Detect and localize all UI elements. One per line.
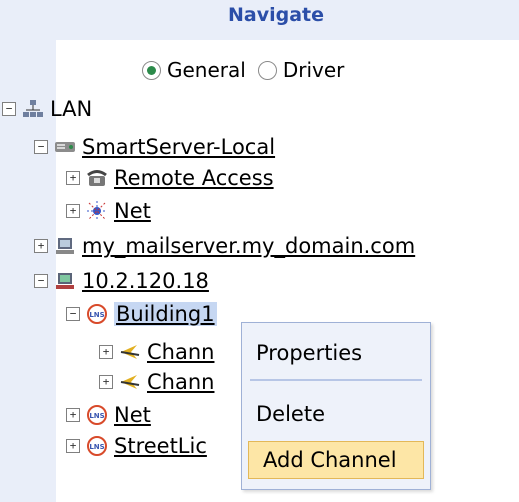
lonworks-net-icon [86, 200, 108, 222]
lns-icon: LNS [86, 435, 108, 457]
tree-node-channel[interactable]: + Chann [99, 339, 214, 365]
collapse-icon[interactable]: − [34, 140, 48, 154]
expand-icon[interactable]: + [99, 375, 113, 389]
tree-node-net[interactable]: + LNS Net [66, 402, 151, 428]
lns-icon: LNS [86, 303, 108, 325]
network-icon [22, 98, 44, 120]
expand-icon[interactable]: + [34, 239, 48, 253]
tree-node-net[interactable]: + Net [66, 198, 151, 224]
server-icon [54, 136, 76, 158]
tree-node-streetlight[interactable]: + LNS StreetLic [66, 433, 207, 459]
tree-node-remote-access[interactable]: + Remote Access [66, 165, 274, 191]
channel-icon [119, 371, 141, 393]
tree-node-mailserver[interactable]: + my_mailserver.my_domain.com [34, 233, 415, 259]
view-mode-toggle: General Driver [142, 57, 356, 83]
tree-node-label: LAN [50, 97, 93, 121]
tree-node-label[interactable]: SmartServer-Local [82, 135, 275, 159]
tree-node-lan[interactable]: − LAN [2, 96, 92, 122]
navigate-header: Navigate [0, 0, 519, 40]
tree-node-label[interactable]: my_mailserver.my_domain.com [82, 234, 415, 258]
tree-node-ip[interactable]: − 10.2.120.18 [34, 268, 209, 294]
collapse-icon[interactable]: − [34, 274, 48, 288]
expand-icon[interactable]: + [66, 439, 80, 453]
tree-node-label[interactable]: Chann [147, 340, 214, 364]
expand-icon[interactable]: + [99, 345, 113, 359]
radio-driver-label[interactable]: Driver [283, 58, 345, 82]
tree-node-label[interactable]: Net [114, 403, 151, 427]
tree-node-label[interactable]: Remote Access [114, 166, 274, 190]
tree-node-label[interactable]: StreetLic [114, 434, 207, 458]
menu-item-properties[interactable]: Properties [242, 334, 430, 372]
collapse-icon[interactable]: − [66, 307, 80, 321]
computer-icon [54, 270, 76, 292]
expand-icon[interactable]: + [66, 171, 80, 185]
tree-node-channel[interactable]: + Chann [99, 369, 214, 395]
tree-node-building1[interactable]: − LNS Building1 [66, 301, 217, 327]
expand-icon[interactable]: + [66, 204, 80, 218]
svg-text:LNS: LNS [89, 443, 104, 451]
radio-selected-dot-icon [147, 65, 156, 75]
tree-node-label[interactable]: Building1 [114, 302, 217, 326]
svg-text:LNS: LNS [89, 412, 104, 420]
channel-icon [119, 341, 141, 363]
menu-divider [250, 379, 422, 381]
computer-icon [54, 235, 76, 257]
lns-icon: LNS [86, 404, 108, 426]
telephone-icon [86, 167, 108, 189]
radio-driver[interactable] [257, 60, 277, 80]
svg-text:LNS: LNS [89, 311, 104, 319]
page-title: Navigate [228, 4, 325, 26]
tree-node-label[interactable]: Chann [147, 370, 214, 394]
radio-general[interactable] [142, 60, 161, 80]
context-menu: Properties Delete Add Channel [241, 322, 431, 490]
expand-icon[interactable]: + [66, 408, 80, 422]
tree-node-smartserver[interactable]: − SmartServer-Local [34, 134, 275, 160]
menu-item-delete[interactable]: Delete [242, 395, 430, 433]
menu-item-add-channel[interactable]: Add Channel [248, 441, 424, 479]
tree-node-label[interactable]: Net [114, 199, 151, 223]
collapse-icon[interactable]: − [2, 102, 16, 116]
tree-node-label[interactable]: 10.2.120.18 [82, 269, 209, 293]
radio-general-label[interactable]: General [167, 58, 246, 82]
